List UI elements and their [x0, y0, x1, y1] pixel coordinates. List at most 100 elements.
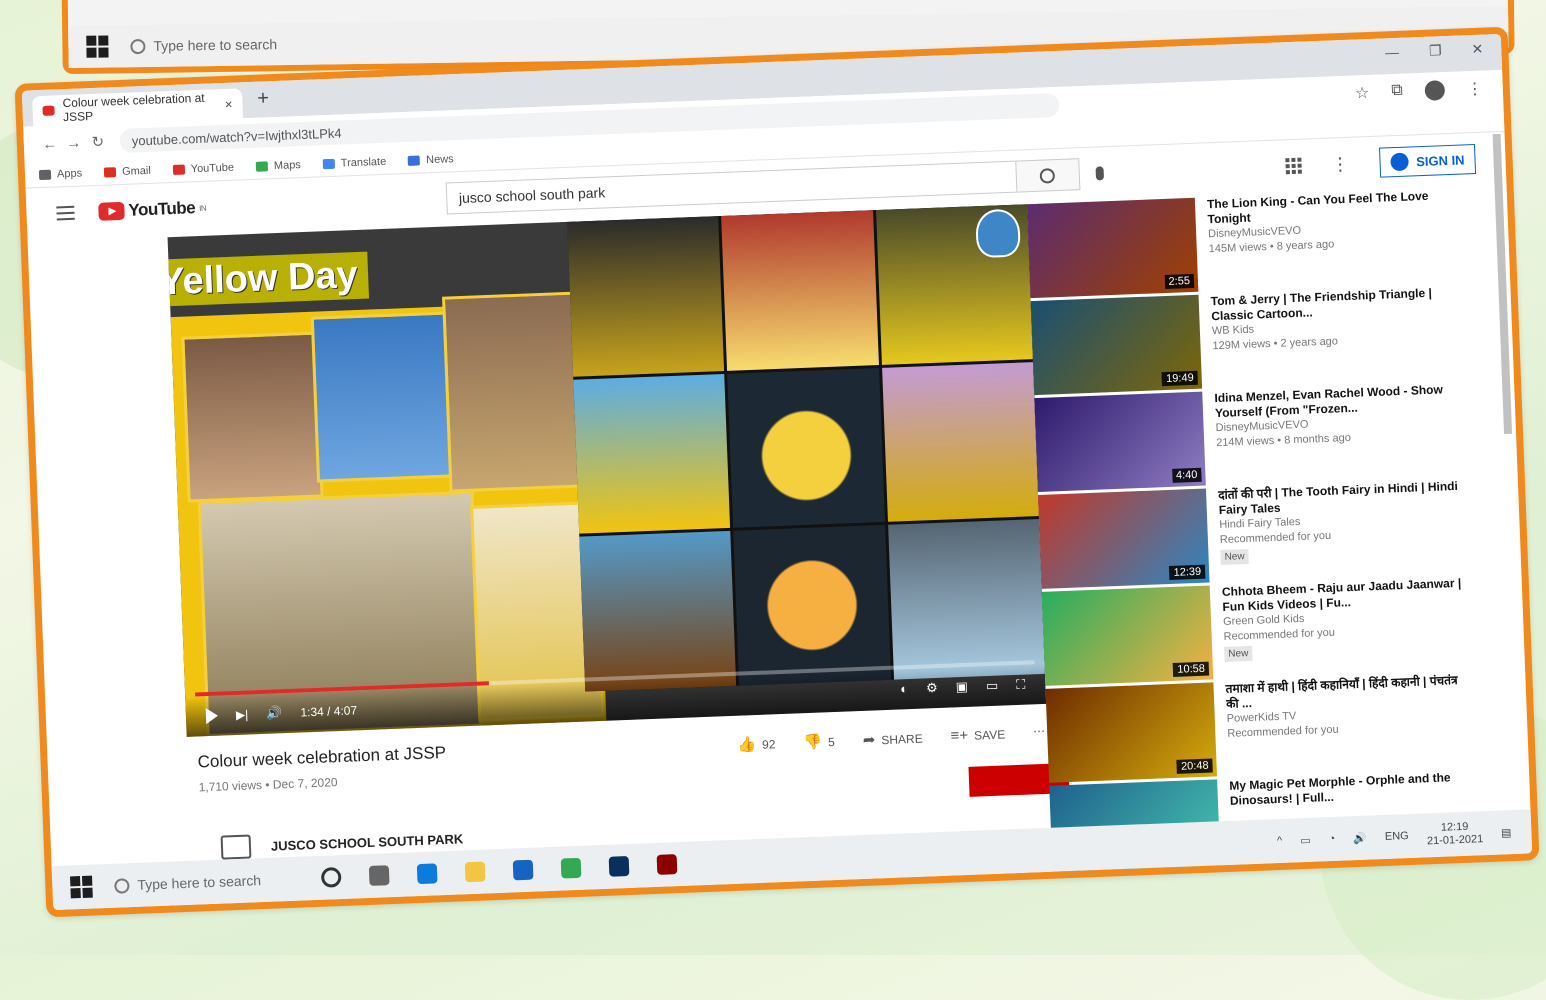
- autoplay-toggle-icon[interactable]: ◐: [900, 681, 908, 697]
- network-icon[interactable]: ◔: [1328, 833, 1335, 845]
- bookmark-gmail[interactable]: Gmail: [103, 164, 151, 178]
- settings-gear-icon[interactable]: ⚙: [926, 680, 938, 696]
- video-player[interactable]: Yellow Day ▶| 🔊 1:34 / 4:07 ◐ ⚙ ▣ ▭ ⛶: [167, 204, 1047, 737]
- recommendation-item[interactable]: 2:55 The Lion King - Can You Feel The Lov…: [1026, 188, 1450, 301]
- system-tray: ^ ▭ ◔ 🔊 ENG 12:19 21-01-2021 ▤: [1277, 819, 1512, 854]
- bookmark-maps[interactable]: Maps: [255, 159, 301, 173]
- settings-kebab-icon[interactable]: ⋮: [1331, 153, 1350, 175]
- language-indicator[interactable]: ENG: [1385, 830, 1409, 843]
- store-icon[interactable]: [512, 859, 534, 881]
- video-time: 1:34 / 4:07: [300, 703, 358, 720]
- thumbs-down-icon: 👎: [803, 733, 823, 752]
- star-icon[interactable]: ☆: [1355, 83, 1370, 104]
- youtube-region: IN: [198, 203, 207, 213]
- recommendation-item[interactable]: 10:58 Chhota Bheem - Raju aur Jaadu Jaanw…: [1041, 576, 1465, 689]
- tab-close-icon[interactable]: ×: [225, 96, 233, 111]
- close-button[interactable]: ✕: [1471, 41, 1483, 58]
- like-button[interactable]: 👍 92: [737, 734, 776, 754]
- search-icon: [114, 877, 130, 894]
- volume-icon[interactable]: 🔊: [266, 705, 283, 722]
- news-icon: [407, 154, 421, 166]
- bookmark-translate[interactable]: Translate: [322, 155, 386, 169]
- menu-kebab-icon[interactable]: ⋮: [1466, 79, 1484, 100]
- clock-date: 21-01-2021: [1426, 833, 1484, 848]
- bookmark-youtube[interactable]: YouTube: [172, 161, 234, 175]
- reload-button[interactable]: ↻: [85, 132, 110, 151]
- battery-icon[interactable]: ▭: [1300, 833, 1311, 846]
- more-actions-button[interactable]: ⋯: [1033, 724, 1046, 742]
- taskbar-search-placeholder: Type here to search: [137, 872, 262, 893]
- thumbs-up-icon: 👍: [737, 736, 757, 754]
- address-text: youtube.com/watch?v=Iwjthxl3tLPk4: [131, 124, 342, 149]
- search-icon: [1039, 167, 1056, 184]
- new-tab-button[interactable]: +: [257, 87, 270, 110]
- video-duration: 20:48: [1176, 758, 1213, 774]
- microphone-icon[interactable]: [1095, 166, 1104, 181]
- collage-tile: [881, 361, 1039, 523]
- dislike-button[interactable]: 👎 5: [803, 732, 835, 751]
- explorer-icon[interactable]: [464, 861, 486, 883]
- minimize-button[interactable]: —: [1385, 44, 1400, 62]
- youtube-logo-text: YouTube: [128, 198, 196, 220]
- sign-in-button[interactable]: SIGN IN: [1378, 143, 1477, 178]
- recommendation-item[interactable]: 20:48 तमाशा में हाथी | हिंदी कहानियाँ | ह…: [1045, 673, 1469, 786]
- recommendation-thumbnail[interactable]: 2:55: [1026, 197, 1199, 299]
- search-icon: [130, 38, 146, 54]
- collage-photo: [181, 331, 324, 503]
- acrobat-icon[interactable]: [656, 854, 678, 875]
- youtube-icon: [172, 164, 185, 175]
- bookmark-news[interactable]: News: [407, 153, 454, 167]
- forward-button[interactable]: →: [62, 134, 87, 152]
- cortana-icon[interactable]: [320, 867, 342, 888]
- taskbar-search[interactable]: Type here to search: [130, 36, 277, 54]
- recommendation-item[interactable]: 19:49 Tom & Jerry | The Friendship Triang…: [1030, 285, 1454, 398]
- volume-tray-icon[interactable]: 🔊: [1353, 831, 1367, 845]
- collage-grid: [567, 204, 1045, 692]
- save-button[interactable]: ≡+ SAVE: [950, 725, 1005, 745]
- photoshop-icon[interactable]: [608, 855, 630, 877]
- notifications-icon[interactable]: ▤: [1501, 826, 1512, 839]
- chrome-icon[interactable]: [560, 857, 582, 879]
- search-button[interactable]: [1014, 158, 1081, 193]
- taskview-icon[interactable]: [368, 865, 390, 886]
- channel-avatar-icon[interactable]: [220, 834, 252, 860]
- youtube-logo[interactable]: YouTube IN: [98, 198, 206, 222]
- video-duration: 12:39: [1169, 564, 1206, 580]
- recommendation-item[interactable]: 4:40 Idina Menzel, Evan Rachel Wood - Sho…: [1034, 382, 1457, 495]
- bookmark-apps[interactable]: Apps: [38, 166, 83, 181]
- taskbar-search[interactable]: Type here to search: [114, 872, 261, 894]
- recommendation-thumbnail[interactable]: 10:58: [1041, 585, 1214, 686]
- edge-icon[interactable]: [416, 863, 438, 885]
- clock[interactable]: 12:19 21-01-2021: [1426, 820, 1484, 848]
- windows-start-icon[interactable]: [86, 35, 109, 58]
- share-arrow-icon: ➦: [862, 731, 876, 749]
- play-icon[interactable]: [205, 707, 219, 725]
- video-actions: 👍 92 👎 5 ➦ SHARE ≡+ SAVE ⋯: [737, 724, 1045, 754]
- recommendation-thumbnail[interactable]: 20:48: [1045, 682, 1218, 783]
- fullscreen-icon[interactable]: ⛶: [1016, 677, 1026, 693]
- collage-tile: [721, 210, 879, 371]
- theater-mode-icon[interactable]: ▭: [986, 678, 999, 694]
- tray-chevron-icon[interactable]: ^: [1277, 835, 1283, 847]
- hamburger-menu-icon[interactable]: [56, 205, 75, 221]
- page-scrollbar[interactable]: [1492, 133, 1513, 435]
- search-input[interactable]: jusco school south park: [445, 160, 1017, 215]
- next-icon[interactable]: ▶|: [236, 707, 249, 721]
- profile-icon[interactable]: [1424, 80, 1446, 101]
- player-controls-right: ◐ ⚙ ▣ ▭ ⛶: [900, 677, 1026, 698]
- channel-name[interactable]: JUSCO SCHOOL SOUTH PARK: [271, 831, 464, 853]
- windows-start-icon[interactable]: [70, 875, 93, 899]
- recommendation-thumbnail[interactable]: 19:49: [1030, 294, 1203, 396]
- recommendation-item[interactable]: 12:39 दांतों की परी | The Tooth Fairy in …: [1038, 479, 1461, 592]
- video-meta: 1,710 views • Dec 7, 2020: [198, 775, 338, 795]
- miniplayer-icon[interactable]: ▣: [955, 679, 968, 695]
- apps-grid-icon[interactable]: [1284, 157, 1302, 175]
- recommendation-thumbnail[interactable]: 4:40: [1034, 391, 1206, 492]
- back-button[interactable]: ←: [38, 135, 63, 153]
- extension-icon[interactable]: ⧉: [1391, 82, 1403, 102]
- gmail-icon: [103, 166, 117, 178]
- bookmark-label: Apps: [56, 166, 83, 180]
- recommendation-thumbnail[interactable]: 12:39: [1038, 488, 1210, 589]
- maximize-button[interactable]: ❐: [1429, 42, 1442, 59]
- share-button[interactable]: ➦ SHARE: [862, 729, 923, 749]
